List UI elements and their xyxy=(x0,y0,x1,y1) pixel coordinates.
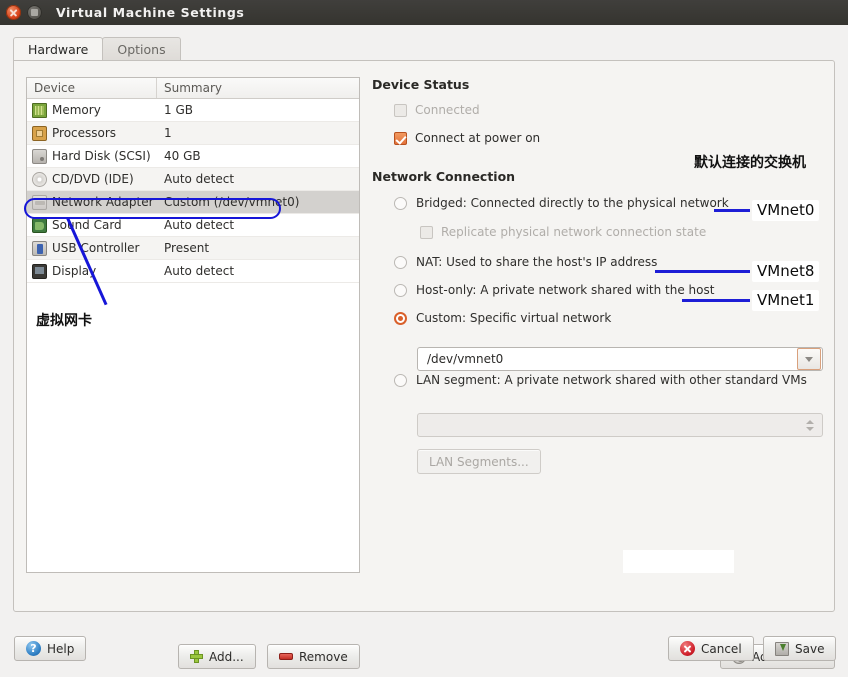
column-header-summary: Summary xyxy=(164,81,222,95)
table-row[interactable]: Memory 1 GB xyxy=(27,99,359,122)
table-row[interactable]: Sound Card Auto detect xyxy=(27,214,359,237)
usb-icon xyxy=(32,240,47,256)
connect-at-power-on-checkbox[interactable] xyxy=(394,131,407,145)
table-row[interactable]: Hard Disk (SCSI) 40 GB xyxy=(27,145,359,168)
save-icon xyxy=(775,641,789,656)
table-row[interactable]: Display Auto detect xyxy=(27,260,359,283)
table-row[interactable]: USB Controller Present xyxy=(27,237,359,260)
custom-network-value: /dev/vmnet0 xyxy=(427,352,504,366)
device-name: USB Controller xyxy=(52,241,140,255)
harddisk-icon xyxy=(32,148,47,164)
spinner-arrows-icon xyxy=(806,419,814,431)
annotation-label-vmnet1: VMnet1 xyxy=(752,290,820,311)
lan-segments-button: LAN Segments... xyxy=(417,449,541,474)
cancel-button-label: Cancel xyxy=(701,641,742,656)
replicate-state-checkbox xyxy=(420,225,433,239)
plus-icon xyxy=(190,650,203,663)
bridged-radio[interactable] xyxy=(394,196,407,210)
connect-at-power-on-row[interactable]: Connect at power on xyxy=(394,128,824,148)
table-row[interactable]: CD/DVD (IDE) Auto detect xyxy=(27,168,359,191)
device-summary: Auto detect xyxy=(164,264,235,278)
bridged-label: Bridged: Connected directly to the physi… xyxy=(416,196,729,210)
cpu-icon xyxy=(32,125,47,141)
device-name: Memory xyxy=(52,103,101,117)
nat-radio[interactable] xyxy=(394,255,407,269)
device-name: Display xyxy=(52,264,97,278)
connected-checkbox xyxy=(394,103,407,117)
tab-hardware[interactable]: Hardware xyxy=(13,37,104,61)
network-icon xyxy=(32,194,47,210)
lan-segment-label: LAN segment: A private network shared wi… xyxy=(416,373,807,387)
host-only-radio[interactable] xyxy=(394,283,407,297)
device-summary: 40 GB xyxy=(164,149,201,163)
annotation-label-vmnet0: VMnet0 xyxy=(752,200,820,221)
close-icon[interactable] xyxy=(6,5,21,20)
table-row[interactable]: Processors 1 xyxy=(27,122,359,145)
cddvd-icon xyxy=(32,171,47,187)
help-button[interactable]: ? Help xyxy=(14,636,87,661)
tab-strip: Hardware Options xyxy=(13,37,835,61)
annotation-switch-note: 默认连接的交换机 xyxy=(694,152,806,172)
connected-checkbox-row: Connected xyxy=(394,100,824,120)
custom-radio[interactable] xyxy=(394,311,407,325)
window-title: Virtual Machine Settings xyxy=(56,5,245,20)
device-summary: Auto detect xyxy=(164,218,235,232)
device-detail-pane: Device Status Connected Connect at power… xyxy=(372,77,824,474)
nat-label: NAT: Used to share the host's IP address xyxy=(416,255,658,269)
device-summary: Auto detect xyxy=(164,172,235,186)
annotation-line-vmnet0 xyxy=(714,209,750,212)
replicate-state-row: Replicate physical network connection st… xyxy=(420,222,824,242)
tab-options[interactable]: Options xyxy=(102,37,181,61)
device-name: Network Adapter xyxy=(52,195,154,209)
blank-overlay-box xyxy=(623,550,734,573)
add-button[interactable]: Add... xyxy=(178,644,256,669)
minimize-icon[interactable] xyxy=(27,5,42,20)
annotation-vnic-note: 虚拟网卡 xyxy=(36,313,92,329)
device-name: Processors xyxy=(52,126,117,140)
device-list-header: Device Summary xyxy=(27,78,359,99)
host-only-label: Host-only: A private network shared with… xyxy=(416,283,715,297)
save-button-label: Save xyxy=(795,641,825,656)
connected-label: Connected xyxy=(415,103,480,117)
memory-icon xyxy=(32,102,47,118)
custom-network-combo[interactable]: /dev/vmnet0 xyxy=(417,347,823,371)
device-summary: Present xyxy=(164,241,210,255)
add-button-label: Add... xyxy=(209,649,244,664)
device-summary: 1 GB xyxy=(164,103,193,117)
minus-icon xyxy=(279,653,293,660)
settings-panel: Device Summary Memory 1 GB Processors 1 … xyxy=(13,60,835,669)
connect-at-power-on-label: Connect at power on xyxy=(415,131,541,145)
device-summary: 1 xyxy=(164,126,172,140)
column-header-device: Device xyxy=(27,78,157,98)
device-status-title: Device Status xyxy=(372,77,470,92)
device-name: Sound Card xyxy=(52,218,122,232)
device-summary: Custom (/dev/vmnet0) xyxy=(164,195,300,209)
annotation-label-vmnet8: VMnet8 xyxy=(752,261,820,282)
display-icon xyxy=(32,263,47,279)
help-icon: ? xyxy=(26,641,41,656)
table-row-network-adapter[interactable]: Network Adapter Custom (/dev/vmnet0) xyxy=(27,191,359,214)
chevron-down-icon[interactable] xyxy=(797,348,821,370)
save-button[interactable]: Save xyxy=(763,636,837,661)
help-button-label: Help xyxy=(47,641,75,656)
custom-label: Custom: Specific virtual network xyxy=(416,311,612,325)
cancel-button[interactable]: Cancel xyxy=(668,636,754,661)
annotation-line-vmnet8 xyxy=(655,270,750,273)
remove-button-label: Remove xyxy=(299,649,348,664)
device-name: CD/DVD (IDE) xyxy=(52,172,134,186)
annotation-line-vmnet1 xyxy=(682,299,750,302)
soundcard-icon xyxy=(32,217,47,233)
lan-segment-radio[interactable] xyxy=(394,373,407,387)
radio-row-lan-segment[interactable]: LAN segment: A private network shared wi… xyxy=(394,369,824,391)
lan-segment-spinner xyxy=(417,413,823,437)
replicate-state-label: Replicate physical network connection st… xyxy=(441,225,707,239)
title-bar: Virtual Machine Settings xyxy=(0,0,848,25)
device-name: Hard Disk (SCSI) xyxy=(52,149,151,163)
remove-button[interactable]: Remove xyxy=(267,644,360,669)
cancel-icon xyxy=(680,641,695,656)
